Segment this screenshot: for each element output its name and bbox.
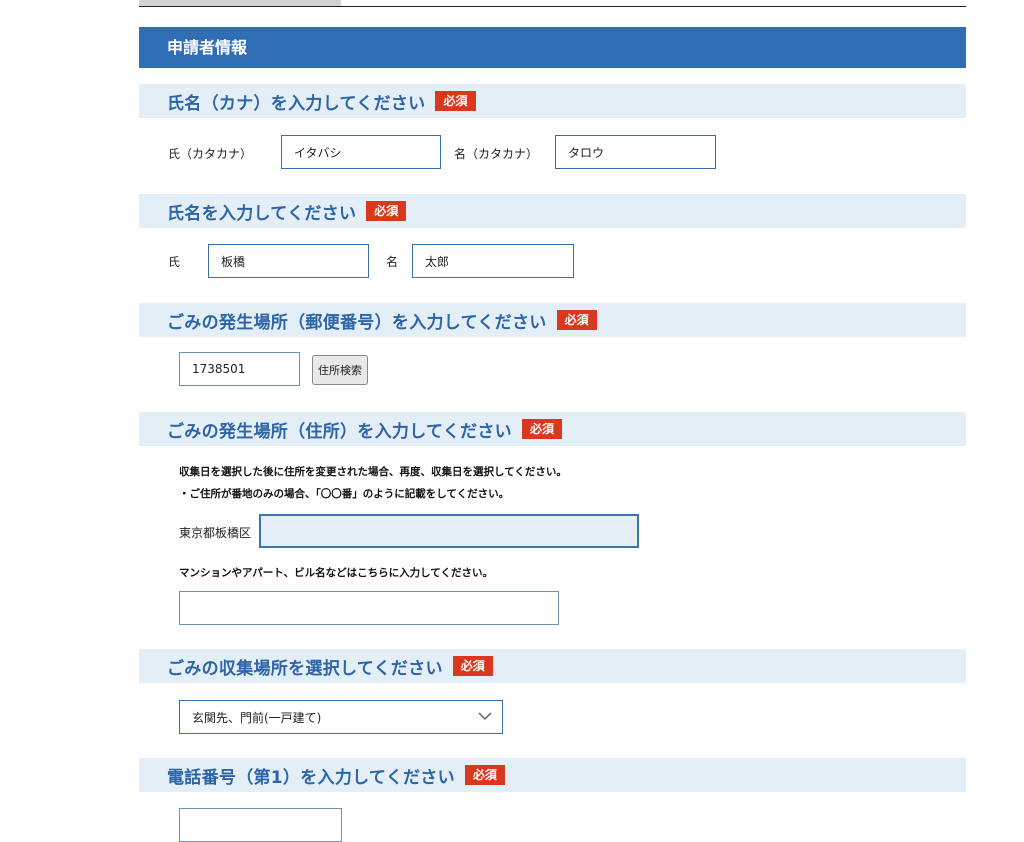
top-divider xyxy=(139,6,966,7)
question-address: ごみの発生場所（住所）を入力してください 必須 xyxy=(139,412,966,446)
question-collection: ごみの収集場所を選択してください 必須 xyxy=(139,649,966,683)
first-name-label: 名 xyxy=(386,255,399,269)
last-name-kana-input[interactable]: イタバシ xyxy=(281,135,441,169)
required-badge: 必須 xyxy=(435,91,476,111)
address-prefix-label: 東京都板橋区 xyxy=(179,526,252,540)
question-phone: 電話番号（第1）を入力してください 必須 xyxy=(139,758,966,792)
first-name-input[interactable]: 太郎 xyxy=(412,244,574,278)
building-input[interactable] xyxy=(179,591,559,625)
first-name-kana-input[interactable]: タロウ xyxy=(555,135,716,169)
address-note-2: ・ご住所が番地のみの場合、「〇〇番」のように記載をしてください。 xyxy=(179,488,510,500)
required-badge: 必須 xyxy=(452,656,493,676)
required-badge: 必須 xyxy=(366,201,407,221)
postal-code-input[interactable]: 1738501 xyxy=(179,352,300,386)
last-name-input[interactable]: 板橋 xyxy=(208,244,369,278)
section-header-applicant: 申請者情報 xyxy=(139,27,966,68)
question-title: ごみの発生場所（住所）を入力してください xyxy=(167,421,512,442)
question-name: 氏名を入力してください 必須 xyxy=(139,194,966,228)
collection-place-select[interactable]: 玄関先、門前(一戸建て) xyxy=(179,700,503,734)
question-title: 氏名（カナ）を入力してください xyxy=(167,93,426,114)
address-search-button[interactable]: 住所検索 xyxy=(312,355,368,385)
question-title: ごみの収集場所を選択してください xyxy=(167,658,443,679)
question-title: 氏名を入力してください xyxy=(167,203,357,224)
address-note-1: 収集日を選択した後に住所を変更された場合、再度、収集日を選択してください。 xyxy=(179,466,567,478)
question-title: ごみの発生場所（郵便番号）を入力してください xyxy=(167,312,547,333)
form-container: 申請者情報 氏名（カナ）を入力してください 必須 氏（カタカナ） イタバシ 名（… xyxy=(139,0,966,842)
question-name-kana: 氏名（カナ）を入力してください 必須 xyxy=(139,84,966,118)
last-name-kana-label: 氏（カタカナ） xyxy=(168,147,253,161)
required-badge: 必須 xyxy=(464,765,505,785)
chevron-down-icon xyxy=(478,712,492,720)
required-badge: 必須 xyxy=(521,419,562,439)
question-title: 電話番号（第1）を入力してください xyxy=(167,767,455,788)
first-name-kana-label: 名（カタカナ） xyxy=(454,147,539,161)
phone-input[interactable] xyxy=(179,808,342,842)
top-tab-bar xyxy=(139,0,966,8)
last-name-label: 氏 xyxy=(168,255,181,269)
collection-place-value: 玄関先、門前(一戸建て) xyxy=(192,710,322,725)
building-note: マンションやアパート、ビル名などはこちらに入力してください。 xyxy=(179,567,493,579)
address-input[interactable] xyxy=(259,514,639,548)
required-badge: 必須 xyxy=(556,310,597,330)
question-postal: ごみの発生場所（郵便番号）を入力してください 必須 xyxy=(139,303,966,337)
